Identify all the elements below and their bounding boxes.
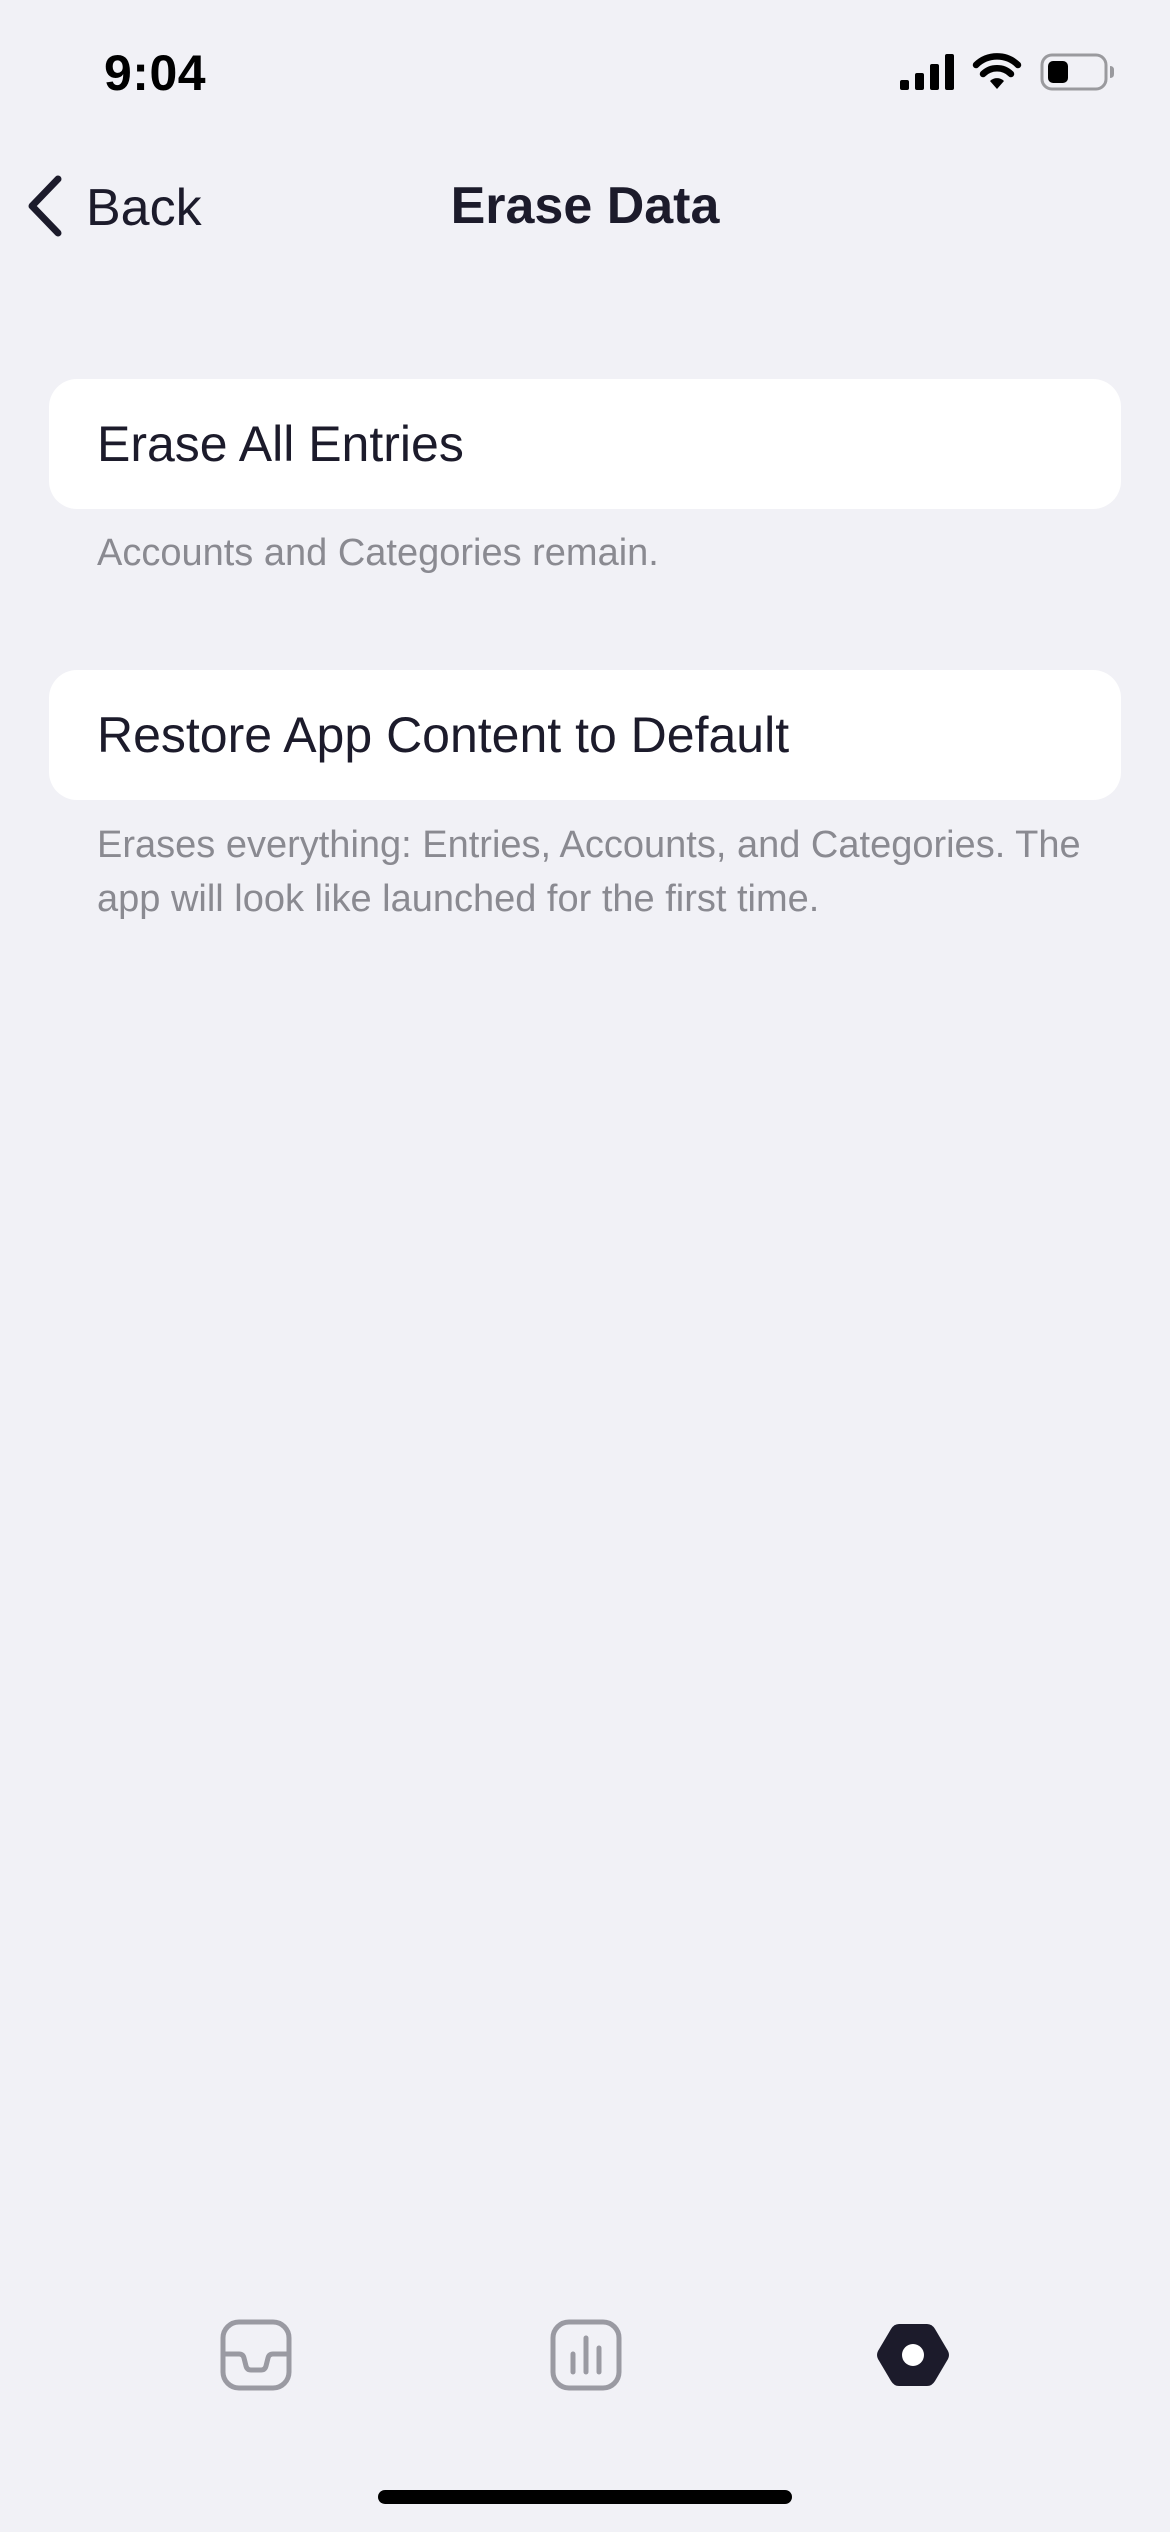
settings-hexagon-icon bbox=[876, 2318, 950, 2397]
wifi-icon bbox=[972, 52, 1022, 96]
erase-all-entries-button[interactable]: Erase All Entries bbox=[49, 379, 1121, 509]
status-bar: 9:04 bbox=[0, 0, 1170, 150]
inbox-tray-icon bbox=[219, 2318, 293, 2397]
tab-stats[interactable] bbox=[549, 2318, 623, 2397]
restore-default-label: Restore App Content to Default bbox=[97, 707, 790, 763]
bar-chart-icon bbox=[549, 2318, 623, 2397]
status-time: 9:04 bbox=[104, 45, 207, 101]
tab-entries[interactable] bbox=[219, 2318, 293, 2397]
status-icons bbox=[900, 52, 1116, 96]
page-title: Erase Data bbox=[450, 177, 720, 235]
erase-all-entries-label: Erase All Entries bbox=[97, 416, 464, 472]
cellular-signal-icon bbox=[900, 53, 954, 95]
restore-default-button[interactable]: Restore App Content to Default bbox=[49, 670, 1121, 800]
restore-default-footnote: Erases everything: Entries, Accounts, an… bbox=[97, 824, 1081, 920]
erase-all-entries-footnote: Accounts and Categories remain. bbox=[97, 532, 659, 574]
tab-settings[interactable] bbox=[876, 2320, 950, 2394]
battery-icon bbox=[1040, 53, 1116, 96]
home-indicator bbox=[378, 2490, 792, 2504]
